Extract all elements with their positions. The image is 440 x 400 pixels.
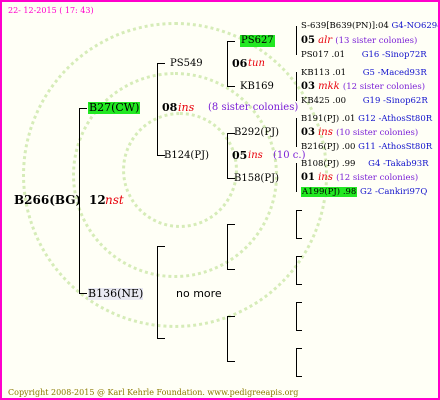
sire-father-id[interactable]: PS549 — [170, 58, 203, 70]
ancestor-row: KB425 .00 G19 -Sinop62R — [301, 95, 428, 107]
ancestor-row: 03 mkk (12 sister colonies) — [301, 81, 425, 93]
connector — [296, 256, 297, 285]
dam-colony-id[interactable]: B136(NE) — [88, 288, 144, 300]
connector — [296, 284, 302, 285]
connector — [296, 26, 297, 55]
connector — [296, 72, 297, 101]
connector — [296, 238, 302, 239]
sire-mother-generation-code: ins — [248, 150, 263, 161]
sister-count: (10 sister colonies) — [336, 128, 419, 138]
connector — [296, 256, 302, 257]
connector — [157, 246, 158, 339]
connector — [79, 293, 87, 294]
generation-code: ins — [318, 172, 333, 183]
ancestor-origin: G2 -Cankiri97Q — [360, 187, 428, 197]
ancestor-row: A199(PJ) .98 G2 -Cankiri97Q — [301, 186, 427, 198]
ancestor-id[interactable]: B108(PJ) .99 — [301, 159, 355, 169]
connector — [227, 316, 228, 362]
connector — [227, 41, 235, 42]
ancestor-row: 05 alr (13 sister colonies) — [301, 35, 417, 47]
root-generation-code: nst — [105, 193, 124, 207]
generation-number: 03 — [301, 81, 315, 92]
connector — [227, 133, 228, 179]
ancestor-origin: G4 -Takab93R — [368, 159, 429, 169]
ancestor-id[interactable]: B216(PJ) .00 — [301, 142, 355, 152]
connector — [227, 269, 235, 270]
generation-number: 05 — [301, 35, 315, 46]
ancestor-id[interactable]: S-639[B639(PN)]:04 — [301, 21, 389, 31]
ancestor-row: B191(PJ) .01 G12 -AthosSt80R — [301, 113, 432, 125]
sire-fm-id[interactable]: KB169 — [240, 81, 274, 93]
sister-count: (12 sister colonies) — [336, 173, 419, 183]
ancestor-row: 01 ins (12 sister colonies) — [301, 172, 418, 184]
root-generation-number: 12 — [89, 193, 106, 207]
connector — [296, 118, 297, 147]
connector — [296, 330, 302, 331]
sire-father-generation-code: tun — [248, 58, 265, 69]
generation-code: alr — [318, 35, 333, 46]
connector — [296, 302, 302, 303]
sire-generation-number: 08 — [162, 101, 178, 114]
connector — [296, 348, 297, 377]
ancestor-id[interactable]: KB113 .01 — [301, 68, 346, 78]
connector — [157, 63, 158, 156]
connector — [157, 338, 165, 339]
sister-count: (12 sister colonies) — [342, 82, 426, 92]
sire-colony-id[interactable]: B27(CW) — [88, 102, 141, 114]
generation-code: mkk — [318, 81, 340, 92]
ancestor-origin: G16 -Sinop72R — [361, 50, 427, 60]
sire-ff-id[interactable]: PS627 — [240, 35, 275, 47]
sire-mm-id[interactable]: B158(PJ) — [234, 173, 279, 185]
ancestor-id[interactable]: KB425 .00 — [301, 96, 346, 106]
connector — [157, 63, 165, 64]
connector — [227, 224, 228, 270]
sire-generation-code: ins — [178, 101, 195, 114]
ancestor-origin: G19 -Sinop62R — [362, 96, 428, 106]
connector — [296, 348, 302, 349]
connector — [227, 224, 235, 225]
ancestor-row: 03 ins (10 sister colonies) — [301, 127, 418, 139]
connector — [296, 163, 297, 192]
connector — [79, 108, 87, 109]
ancestor-row: PS017 .01 G16 -Sinop72R — [301, 49, 427, 61]
print-date: 22- 12-2015 ( 17: 43) — [8, 6, 94, 15]
dam-note: no more — [176, 287, 222, 300]
ancestor-origin: G4-NO6294R — [391, 21, 438, 31]
sire-mother-id[interactable]: B124(PJ) — [164, 150, 209, 162]
connector — [227, 41, 228, 87]
ancestor-id[interactable]: PS017 .01 — [301, 50, 345, 60]
connector — [296, 302, 297, 331]
connector — [227, 316, 235, 317]
ancestor-origin: G5 -Maced93R — [362, 68, 427, 78]
ancestor-origin: G12 -AthosSt80R — [358, 114, 433, 124]
ancestor-id[interactable]: A199(PJ) .98 — [301, 187, 358, 197]
generation-number: 03 — [301, 127, 315, 138]
generation-code: ins — [318, 127, 333, 138]
sire-mf-id[interactable]: B292(PJ) — [234, 127, 279, 139]
pedigree-canvas: 22- 12-2015 ( 17: 43) Copyright 2008-201… — [0, 0, 440, 400]
connector — [227, 86, 235, 87]
sire-mother-generation-number: 05 — [232, 149, 248, 162]
connector — [227, 361, 235, 362]
root-colony-id[interactable]: B266(BG) — [14, 194, 81, 206]
sister-count: (13 sister colonies) — [335, 36, 418, 46]
ancestor-id[interactable]: B191(PJ) .01 — [301, 114, 355, 124]
copyright: Copyright 2008-2015 @ Karl Kehrle Founda… — [8, 388, 299, 397]
ancestor-row: KB113 .01 G5 -Maced93R — [301, 67, 427, 79]
connector — [296, 210, 302, 211]
watermark-ring — [122, 112, 238, 228]
ancestor-row: B216(PJ) .00 G11 -AthosSt80R — [301, 141, 432, 153]
connector — [296, 376, 302, 377]
connector — [79, 108, 80, 294]
ancestor-row: S-639[B639(PN)]:04 G4-NO6294R — [301, 20, 438, 32]
sire-sister-count: (8 sister colonies) — [208, 102, 299, 113]
connector — [296, 210, 297, 239]
ancestor-origin: G11 -AthosSt80R — [358, 142, 433, 152]
connector — [157, 246, 165, 247]
generation-number: 01 — [301, 172, 315, 183]
sire-father-generation-number: 06 — [232, 57, 248, 70]
ancestor-row: B108(PJ) .99 G4 -Takab93R — [301, 158, 429, 170]
